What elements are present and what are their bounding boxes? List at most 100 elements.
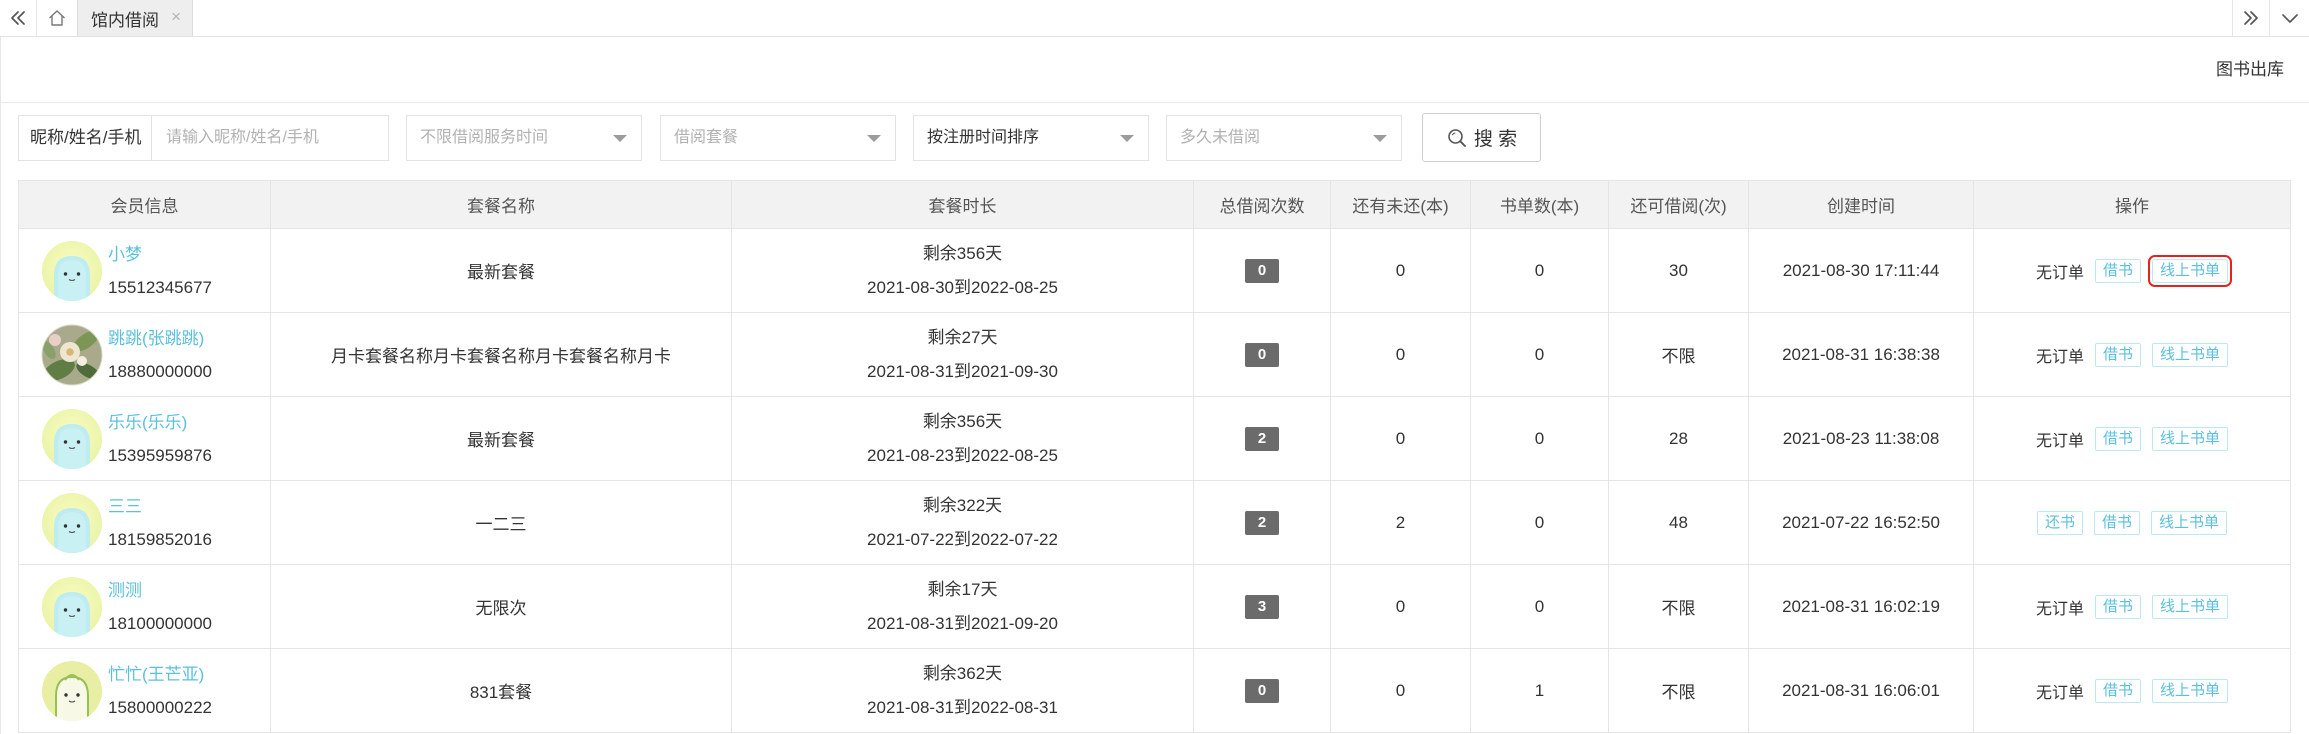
column-header-unreturned-books: 还有未还(本) [1330, 180, 1471, 229]
borrow-book-button[interactable]: 借书 [2094, 678, 2141, 703]
leaf-figure-avatar-icon [42, 660, 102, 721]
cell-member-info: 小梦 15512345677 [18, 228, 271, 313]
search-field-label: 昵称/姓名/手机 [18, 115, 152, 161]
table-row: 乐乐(乐乐) 15395959876 最新套餐 剩余356天 2021-08-2… [18, 396, 2291, 481]
cell-package-duration: 剩余356天 2021-08-23到2022-08-25 [731, 396, 1194, 481]
borrow-book-button[interactable]: 借书 [2094, 426, 2141, 451]
remaining-days: 剩余356天 [922, 411, 1003, 431]
table-body: 小梦 15512345677 最新套餐 剩余356天 2021-08-30到20… [18, 228, 2291, 733]
cell-member-info: 乐乐(乐乐) 15395959876 [18, 396, 271, 481]
service-time-select[interactable]: 不限借阅服务时间 [406, 115, 642, 161]
table-row: 小梦 15512345677 最新套餐 剩余356天 2021-08-30到20… [18, 228, 2291, 313]
online-booklist-button[interactable]: 线上书单 [2152, 594, 2229, 619]
booklist-count: 0 [1534, 344, 1545, 364]
tab-menu-button[interactable] [2269, 0, 2309, 36]
table-header-row: 会员信息 套餐名称 套餐时长 总借阅次数 还有未还(本) 书单数(本) 还可借阅(次) 创建时… [18, 180, 2291, 229]
cell-created-time: 2021-08-23 11:38:08 [1748, 396, 1974, 481]
cell-package-duration: 剩余356天 2021-08-30到2022-08-25 [731, 228, 1194, 313]
cell-package-duration: 剩余27天 2021-08-31到2021-09-30 [731, 312, 1194, 397]
borrows-left: 30 [1669, 260, 1688, 280]
remaining-days: 剩余27天 [927, 327, 998, 347]
online-booklist-button[interactable]: 线上书单 [2147, 254, 2233, 287]
member-phone: 15512345677 [108, 277, 213, 297]
cell-total-borrows: 0 [1193, 312, 1331, 397]
borrow-book-button[interactable]: 借书 [2094, 594, 2141, 619]
row-actions: 无订单 借书 线上书单 [1975, 254, 2290, 287]
sort-select[interactable]: 按注册时间排序 [913, 115, 1149, 161]
cell-borrows-left: 不限 [1608, 312, 1749, 397]
borrow-book-button[interactable]: 借书 [2094, 342, 2141, 367]
member-name[interactable]: 忙忙(王芒亚) [108, 658, 212, 691]
cell-actions: 无订单 借书 线上书单 [1973, 564, 2291, 649]
search-input[interactable] [151, 115, 389, 161]
member-phone: 15800000222 [108, 697, 213, 717]
cell-actions: 还书 借书 线上书单 [1973, 480, 2291, 565]
tab-library-borrowing[interactable]: 馆内借阅 × [77, 0, 193, 36]
cell-borrows-left: 30 [1608, 228, 1749, 313]
book-checkout-link[interactable]: 图书出库 [2216, 37, 2284, 102]
scroll-tabs-right-button[interactable] [2232, 0, 2269, 36]
package-name: 831套餐 [469, 683, 533, 702]
member-text: 测测 18100000000 [108, 574, 212, 640]
double-chevron-left-icon [8, 8, 28, 28]
cell-member-info: 三三 18159852016 [18, 480, 271, 565]
search-button[interactable]: 搜 索 [1422, 113, 1541, 162]
member-text: 乐乐(乐乐) 15395959876 [108, 406, 212, 472]
cell-package-name: 831套餐 [270, 648, 732, 733]
member-name[interactable]: 小梦 [108, 238, 212, 271]
booklist-count: 1 [1534, 680, 1545, 700]
total-borrows-badge: 0 [1245, 678, 1279, 703]
remaining-days: 剩余356天 [922, 243, 1003, 263]
row-actions: 还书 借书 线上书单 [1975, 510, 2290, 535]
table-header: 会员信息 套餐名称 套餐时长 总借阅次数 还有未还(本) 书单数(本) 还可借阅(次) 创建时… [18, 180, 2291, 229]
avatar [41, 408, 103, 470]
caret-down-icon [1373, 135, 1387, 142]
member-name[interactable]: 乐乐(乐乐) [108, 406, 212, 439]
online-booklist-button[interactable]: 线上书单 [2152, 678, 2229, 703]
member-phone: 18880000000 [108, 361, 213, 381]
remaining-days: 剩余17天 [927, 579, 998, 599]
home-button[interactable] [37, 0, 77, 36]
cell-total-borrows: 2 [1193, 480, 1331, 565]
member-name[interactable]: 跳跳(张跳跳) [108, 322, 212, 355]
column-header-borrows-left: 还可借阅(次) [1608, 180, 1749, 229]
cell-total-borrows: 0 [1193, 228, 1331, 313]
online-booklist-button[interactable]: 线上书单 [2152, 426, 2229, 451]
online-booklist-button[interactable]: 线上书单 [2151, 510, 2228, 535]
member-name[interactable]: 三三 [108, 490, 212, 523]
scroll-tabs-left-button[interactable] [0, 0, 37, 36]
package-period: 2021-08-23到2022-08-25 [867, 445, 1058, 465]
cell-package-name: 月卡套餐名称月卡套餐名称月卡套餐名称月卡 [270, 312, 732, 397]
return-book-button[interactable]: 还书 [2036, 510, 2083, 535]
cell-member-info: 跳跳(张跳跳) 18880000000 [18, 312, 271, 397]
chevron-down-icon [2280, 8, 2300, 28]
member-name[interactable]: 测测 [108, 574, 212, 607]
online-booklist-button[interactable]: 线上书单 [2152, 342, 2229, 367]
close-icon[interactable]: × [171, 7, 181, 27]
member-info: 跳跳(张跳跳) 18880000000 [20, 322, 270, 388]
cell-package-duration: 剩余322天 2021-07-22到2022-07-22 [731, 480, 1194, 565]
order-status: 无订单 [2035, 684, 2084, 702]
package-duration: 剩余322天 2021-07-22到2022-07-22 [733, 489, 1193, 557]
borrows-left: 28 [1669, 428, 1688, 448]
cell-created-time: 2021-08-31 16:06:01 [1748, 648, 1974, 733]
package-duration: 剩余356天 2021-08-30到2022-08-25 [733, 237, 1193, 305]
caret-down-icon [1120, 135, 1134, 142]
flower-photo-avatar-icon [41, 324, 103, 385]
order-status: 无订单 [2035, 264, 2084, 282]
borrow-book-button[interactable]: 借书 [2093, 510, 2140, 535]
inactive-duration-select[interactable]: 多久未借阅 [1166, 115, 1402, 161]
cell-borrows-left: 不限 [1608, 648, 1749, 733]
cell-unreturned-books: 0 [1330, 228, 1471, 313]
package-select[interactable]: 借阅套餐 [660, 115, 896, 161]
cell-created-time: 2021-07-22 16:52:50 [1748, 480, 1974, 565]
package-period: 2021-08-31到2022-08-31 [867, 697, 1058, 717]
table-row: 测测 18100000000 无限次 剩余17天 2021-08-31到2021… [18, 564, 2291, 649]
cell-unreturned-books: 0 [1330, 648, 1471, 733]
column-header-booklist-count: 书单数(本) [1470, 180, 1609, 229]
package-duration: 剩余356天 2021-08-23到2022-08-25 [733, 405, 1193, 473]
cell-package-name: 最新套餐 [270, 228, 732, 313]
created-time: 2021-08-31 16:06:01 [1782, 680, 1940, 700]
cell-package-name: 最新套餐 [270, 396, 732, 481]
borrow-book-button[interactable]: 借书 [2094, 258, 2141, 283]
